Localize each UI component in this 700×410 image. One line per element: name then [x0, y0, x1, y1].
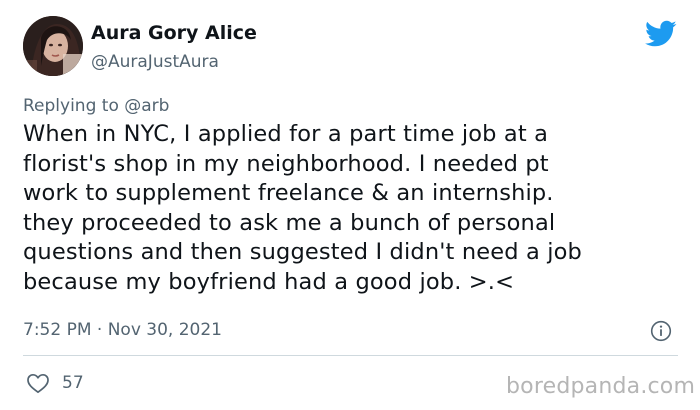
- tweet-text: When in NYC, I applied for a part time j…: [23, 121, 582, 295]
- reply-mention-link[interactable]: @arb: [124, 96, 169, 116]
- avatar[interactable]: [23, 16, 83, 76]
- heart-icon[interactable]: [26, 372, 50, 394]
- replying-to: Replying to @arb: [23, 96, 169, 116]
- avatar-image: [23, 16, 83, 76]
- replying-prefix: Replying to: [23, 96, 119, 116]
- author-handle[interactable]: @AuraJustAura: [91, 52, 219, 72]
- divider: [23, 355, 678, 356]
- tweet-card: Aura Gory Alice @AuraJustAura Replying t…: [0, 0, 700, 410]
- info-icon[interactable]: [650, 320, 672, 342]
- twitter-bird-icon[interactable]: [645, 20, 677, 48]
- tweet-timestamp[interactable]: 7:52 PM · Nov 30, 2021: [23, 320, 222, 340]
- like-count: 57: [62, 373, 84, 393]
- watermark: boredpanda.com: [506, 374, 696, 399]
- author-name[interactable]: Aura Gory Alice: [91, 22, 257, 44]
